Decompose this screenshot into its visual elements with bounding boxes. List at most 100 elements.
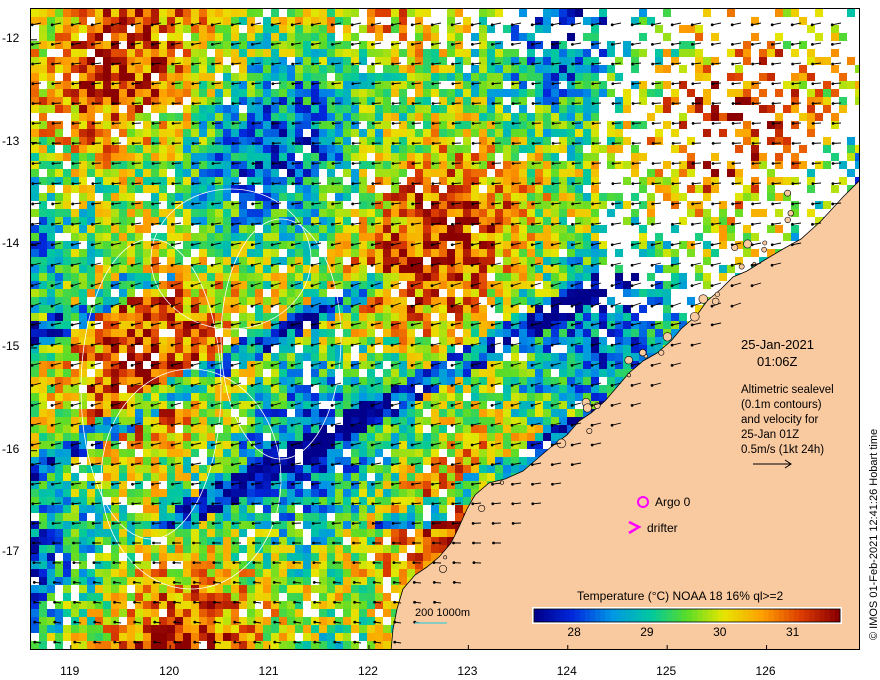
vector-head [811, 82, 815, 86]
vector-head [291, 521, 295, 525]
vector-head [351, 482, 354, 486]
vector-head [231, 62, 235, 66]
vector-head [313, 640, 317, 644]
vector-head [111, 182, 115, 186]
vector-head [511, 502, 515, 506]
vector-head [530, 403, 534, 407]
vector-head [711, 62, 715, 66]
lat-tick-label: -12 [2, 30, 20, 45]
vector-head [190, 23, 194, 27]
vector-head [811, 182, 815, 186]
vector-head [691, 182, 695, 186]
vector-head [671, 62, 675, 66]
vector-head [751, 182, 755, 186]
vector-head [292, 541, 295, 545]
vector-head [33, 620, 37, 624]
vector-head [471, 82, 475, 86]
vector-head [330, 343, 334, 347]
lon-tick-label: 120 [159, 664, 180, 678]
vector-head [530, 384, 534, 387]
vector-head [172, 541, 175, 545]
vector-head [170, 323, 174, 327]
vector-head [450, 403, 454, 407]
vector-head [430, 263, 434, 267]
vector-head [91, 42, 94, 46]
vector-head [731, 202, 735, 206]
vector-head [710, 23, 714, 27]
vector-head [310, 363, 314, 367]
vector-head [91, 141, 95, 145]
vector-head [771, 102, 775, 105]
vector-head [630, 343, 634, 347]
vector-head [451, 162, 455, 165]
vector-head [211, 182, 215, 186]
vector-head [291, 162, 295, 165]
vector-head [611, 202, 615, 206]
vector-head [650, 343, 654, 347]
vector-head [311, 222, 314, 226]
vector-head [391, 82, 395, 86]
vector-head [490, 263, 494, 267]
vector-head [391, 42, 394, 46]
vector-head [370, 463, 374, 467]
vector-head [71, 222, 74, 226]
altimetry-line: 0.5m/s (1kt 24h) [741, 444, 824, 456]
vector-head [431, 141, 435, 145]
map-panel[interactable]: Argo 0 drifter 25-Jan-2021 01:06Z Altime… [30, 8, 860, 650]
vector-head [132, 541, 135, 545]
vector-head [510, 443, 514, 447]
vector-head [270, 323, 274, 327]
vector-head [551, 62, 555, 66]
vector-head [291, 82, 295, 86]
vector-head [270, 423, 274, 427]
vector-head [190, 403, 194, 407]
vector-head [190, 423, 194, 427]
vector-head [670, 263, 674, 267]
vector-head [192, 561, 196, 565]
vector-head [70, 263, 74, 267]
vector-head [252, 541, 255, 545]
vector-head [570, 343, 574, 347]
vector-head [110, 263, 114, 267]
vector-head [51, 502, 55, 506]
vector-head [50, 263, 54, 267]
vector-head [791, 62, 795, 66]
vector-head [72, 581, 76, 584]
vector-head [33, 600, 36, 604]
vector-head [671, 202, 675, 206]
vector-head [650, 284, 654, 288]
vector-head [330, 363, 334, 367]
vector-head [610, 403, 614, 407]
vector-head [710, 263, 714, 267]
vector-head [370, 343, 374, 347]
vector-head [770, 23, 774, 27]
vector-head [150, 304, 154, 308]
colorbar-title: Temperature (°C) NOAA 18 16% ql>=2 [577, 589, 784, 603]
vector-head [210, 363, 214, 367]
vector-head [751, 202, 755, 206]
vector-head [333, 600, 336, 604]
vector-head [250, 304, 254, 308]
vector-head [131, 162, 135, 165]
vector-head [271, 202, 275, 206]
vector-head [171, 521, 175, 525]
vector-head [631, 62, 635, 66]
vector-head [171, 42, 174, 46]
vector-head [690, 243, 694, 247]
vector-head [411, 82, 415, 86]
vector-head [431, 482, 434, 486]
vector-head [210, 443, 214, 447]
vector-head [131, 121, 135, 125]
vector-head [590, 304, 594, 308]
vector-head [170, 23, 174, 27]
vector-head [353, 640, 357, 644]
vector-head [191, 102, 195, 105]
vector-head [311, 141, 315, 145]
vector-head [451, 482, 454, 486]
vector-head [210, 423, 214, 427]
vector-head [370, 284, 374, 288]
vector-head [390, 304, 394, 308]
vector-head [411, 182, 415, 186]
vector-head [151, 42, 154, 46]
vector-head [230, 323, 234, 327]
